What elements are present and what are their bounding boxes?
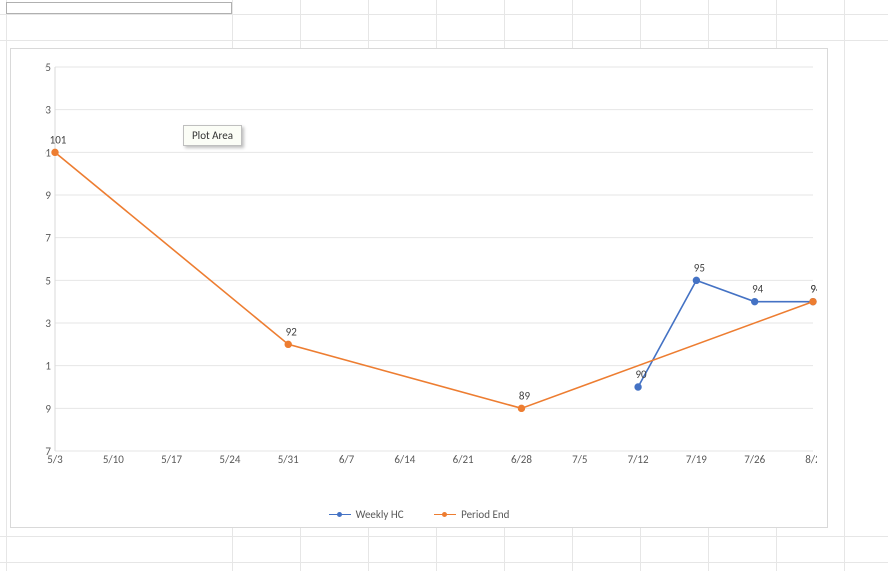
svg-text:5/31: 5/31 — [278, 453, 299, 465]
chart-svg: 878991939597991011031055/35/105/175/245/… — [45, 61, 817, 465]
legend-item-period-end[interactable]: Period End — [434, 508, 509, 521]
chart-object[interactable]: 878991939597991011031055/35/105/175/245/… — [10, 48, 828, 528]
svg-text:8/2: 8/2 — [805, 453, 817, 465]
svg-text:6/7: 6/7 — [339, 453, 355, 465]
legend-label: Weekly HC — [356, 508, 404, 521]
svg-text:97: 97 — [45, 232, 51, 245]
legend-swatch-icon — [329, 514, 351, 515]
svg-text:6/21: 6/21 — [453, 453, 474, 465]
svg-text:6/28: 6/28 — [511, 453, 532, 465]
svg-text:105: 105 — [45, 61, 51, 74]
svg-text:99: 99 — [45, 189, 51, 202]
svg-text:7/19: 7/19 — [686, 453, 707, 465]
svg-text:103: 103 — [45, 104, 51, 117]
legend: Weekly HC Period End — [11, 505, 827, 521]
svg-text:6/14: 6/14 — [394, 453, 415, 465]
svg-text:93: 93 — [45, 317, 51, 330]
svg-text:90: 90 — [635, 368, 647, 381]
legend-label: Period End — [461, 508, 509, 521]
legend-swatch-icon — [434, 514, 456, 515]
svg-text:7/26: 7/26 — [744, 453, 765, 465]
svg-text:89: 89 — [519, 389, 531, 402]
svg-text:7/12: 7/12 — [628, 453, 649, 465]
svg-text:92: 92 — [286, 325, 298, 338]
svg-text:89: 89 — [45, 402, 51, 415]
svg-text:95: 95 — [45, 274, 51, 287]
svg-text:101: 101 — [50, 133, 67, 146]
plot-area-tooltip: Plot Area — [183, 125, 242, 146]
svg-text:5/3: 5/3 — [47, 453, 63, 465]
legend-item-weekly-hc[interactable]: Weekly HC — [329, 508, 404, 521]
svg-text:94: 94 — [752, 283, 764, 296]
active-cell[interactable] — [6, 2, 232, 14]
svg-text:95: 95 — [694, 261, 705, 274]
svg-text:101: 101 — [45, 146, 51, 159]
svg-text:5/10: 5/10 — [103, 453, 124, 465]
svg-text:7/5: 7/5 — [572, 453, 587, 465]
svg-text:5/24: 5/24 — [219, 453, 240, 465]
svg-text:5/17: 5/17 — [161, 453, 182, 465]
svg-text:94: 94 — [810, 283, 817, 296]
svg-text:91: 91 — [45, 360, 51, 373]
spreadsheet-area[interactable]: { "tooltip": { "text": "Plot Area" }, "l… — [0, 0, 888, 571]
plot-area[interactable]: 878991939597991011031055/35/105/175/245/… — [45, 61, 817, 465]
